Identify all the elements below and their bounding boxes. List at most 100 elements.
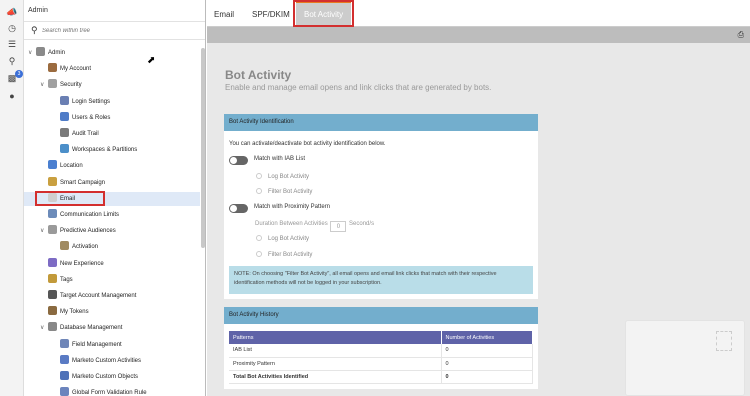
tree-item-icon: [60, 371, 69, 380]
column-header-patterns: Patterns: [229, 331, 442, 344]
tree-item[interactable]: My Account: [24, 62, 200, 76]
tree-item[interactable]: ∨ Admin: [24, 46, 200, 60]
tree-item-icon: [60, 387, 69, 396]
tree-item[interactable]: Target Account Management: [24, 289, 200, 303]
tree-item[interactable]: New Experience: [24, 257, 200, 271]
tree-item[interactable]: Communication Limits: [24, 208, 200, 222]
tree-item-icon: [48, 322, 57, 332]
tree-item-icon: [60, 241, 69, 251]
tree-item-label: Smart Campaign: [60, 179, 106, 186]
tree-item-label: Marketo Custom Activities: [72, 357, 142, 364]
main-content: Email SPF/DKIM Bot Activity ⎙ Bot Activi…: [207, 0, 750, 396]
tab-spf-dkim[interactable]: SPF/DKIM: [252, 0, 290, 27]
identification-header: Bot Activity Identification: [224, 114, 538, 131]
tree-item-label: Communication Limits: [60, 212, 120, 218]
tree-item-label: Security: [60, 82, 82, 89]
tree-scrollbar[interactable]: [201, 48, 205, 248]
page-subtitle: Enable and manage email opens and link c…: [225, 83, 492, 92]
mouse-cursor-icon: ⬈: [147, 55, 156, 66]
column-header-activities: Number of Activities: [441, 331, 533, 344]
tree-item[interactable]: ∨ Database Management: [24, 321, 200, 335]
tree-item[interactable]: Users & Roles: [24, 111, 200, 125]
proximity-label: Match with Proximity Pattern: [254, 204, 331, 210]
tree-item[interactable]: Global Form Validation Rule: [24, 386, 200, 396]
tree-item-icon: [60, 354, 69, 364]
tree-item[interactable]: Activation: [24, 240, 200, 254]
tree-item[interactable]: Location: [24, 159, 200, 173]
chevron-down-icon[interactable]: ∨: [28, 46, 36, 60]
page-title: Bot Activity: [225, 68, 292, 82]
tree-search-input[interactable]: [42, 25, 182, 37]
tree-item-label: Admin: [48, 50, 66, 56]
tree-header: Admin: [24, 0, 205, 22]
total-value: 0: [441, 370, 533, 384]
duration-input[interactable]: 0: [330, 221, 347, 232]
tree-search: ⚲: [24, 22, 205, 40]
tree-item[interactable]: Tags: [24, 273, 200, 287]
tree-item-icon: [60, 128, 69, 137]
tree-item-icon: [48, 209, 57, 218]
tree-item-icon: [48, 306, 57, 316]
tree-item[interactable]: My Tokens: [24, 305, 200, 319]
tree-item-icon: [60, 338, 69, 348]
tree-item[interactable]: Marketo Custom Objects: [24, 370, 200, 384]
tree-item-label: Global Form Validation Rule: [72, 390, 147, 396]
history-icon[interactable]: ◷: [6, 22, 18, 34]
tree-item-icon: [48, 176, 57, 186]
proximity-log-option[interactable]: Log Bot Activity: [256, 235, 309, 242]
megaphone-icon[interactable]: 📣: [6, 6, 18, 18]
icon-rail: 📣 ◷ ☰ ⚲ ▩ 3 ●: [0, 0, 24, 396]
count-cell: 0: [441, 357, 533, 371]
tree-item-label: Marketo Custom Objects: [72, 374, 139, 380]
identification-panel: Bot Activity Identification You can acti…: [224, 114, 538, 299]
stamp-icon: [716, 331, 732, 351]
chevron-down-icon[interactable]: ∨: [40, 224, 48, 238]
tree-item-label: Login Settings: [72, 98, 111, 105]
tree-item-label: Tags: [60, 276, 73, 283]
list-icon[interactable]: ☰: [6, 38, 18, 50]
tree-item-icon: [36, 47, 45, 56]
duration-label: Duration Between Activities: [255, 221, 328, 227]
proximity-toggle[interactable]: [229, 204, 248, 213]
tree-item[interactable]: Audit Trail: [24, 127, 200, 141]
search-icon[interactable]: ⚲: [6, 55, 18, 67]
tree-item-label: Location: [60, 163, 83, 170]
admin-tree-panel: Admin ⚲ ∨ Admin My Account ∨ Security Login S…: [24, 0, 206, 396]
pattern-cell: Proximity Pattern: [229, 357, 442, 371]
tree-item[interactable]: Marketo Custom Activities: [24, 354, 200, 368]
pattern-cell: IAB List: [229, 344, 442, 358]
tree-item-icon: [60, 95, 69, 105]
tree-item-label: Activation: [72, 244, 99, 251]
proximity-filter-option[interactable]: Filter Bot Activity: [256, 251, 312, 258]
tree-item-label: Predictive Audiences: [60, 228, 116, 235]
tree-item-label: Users & Roles: [72, 114, 111, 121]
tree-item-label: Audit Trail: [72, 131, 99, 137]
history-table: Patterns Number of Activities IAB List 0…: [229, 331, 533, 384]
chevron-down-icon[interactable]: ∨: [40, 321, 48, 335]
iab-filter-option[interactable]: Filter Bot Activity: [256, 188, 312, 195]
tree-item[interactable]: Smart Campaign: [24, 176, 200, 190]
printer-icon[interactable]: ⎙: [738, 30, 744, 40]
person-icon[interactable]: ●: [6, 90, 18, 102]
tree-item-label: Database Management: [60, 325, 123, 332]
iab-toggle[interactable]: [229, 156, 248, 165]
tree-item-icon: [48, 290, 57, 299]
tree-item[interactable]: ∨ Security: [24, 78, 200, 92]
tree-item-label: Field Management: [72, 341, 122, 348]
tree-item-label: My Tokens: [60, 309, 89, 316]
tab-email[interactable]: Email: [214, 0, 234, 27]
radio-icon: [256, 173, 262, 179]
history-panel: Bot Activity History Patterns Number of …: [224, 307, 538, 389]
iab-log-option[interactable]: Log Bot Activity: [256, 173, 309, 180]
tree-item-label: New Experience: [60, 260, 104, 267]
tree-item[interactable]: ∨ Predictive Audiences: [24, 224, 200, 238]
tree-item-icon: [48, 79, 57, 89]
tree-item-icon: [60, 144, 69, 154]
duration-row: Duration Between Activities 0 Second/s: [255, 221, 374, 232]
tree-item[interactable]: Login Settings: [24, 95, 200, 109]
chevron-down-icon[interactable]: ∨: [40, 78, 48, 92]
tree-item[interactable]: Workspaces & Partitions: [24, 143, 200, 157]
total-row: Total Bot Activities Identified 0: [229, 370, 533, 384]
tree-item-icon: [60, 111, 69, 121]
tree-item[interactable]: Field Management: [24, 338, 200, 352]
